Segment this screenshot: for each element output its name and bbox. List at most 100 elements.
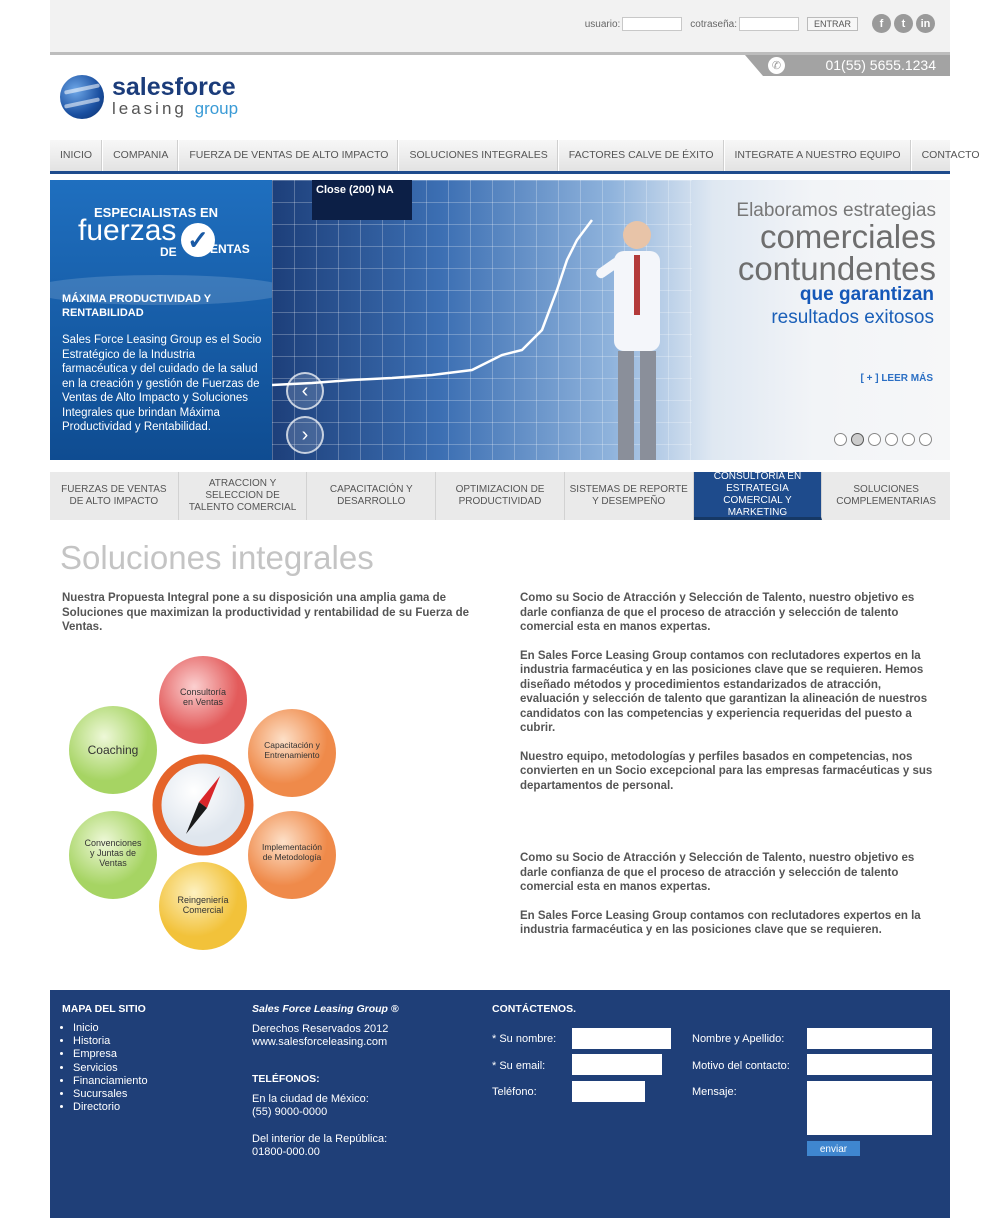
svg-text:Convenciones: Convenciones [84, 838, 142, 848]
svg-text:Ventas: Ventas [99, 858, 127, 868]
social-links: f t in [872, 14, 935, 33]
nav-factores[interactable]: FACTORES CALVE DE ÉXITO [559, 140, 725, 171]
hero-info-panel: ESPECIALISTAS EN fuerzas DE ✓ ENTAS MÁXI… [50, 180, 290, 460]
slide-dot[interactable] [868, 433, 881, 446]
phone-icon: ✆ [768, 57, 785, 74]
phone-label: Teléfono: [492, 1086, 537, 1098]
slide-dot[interactable] [834, 433, 847, 446]
svg-text:Capacitación y: Capacitación y [264, 740, 321, 750]
website-link[interactable]: www.salesforceleasing.com [252, 1036, 387, 1049]
nav-soluciones-integrales[interactable]: SOLUCIONES INTEGRALES [399, 140, 559, 171]
message-textarea[interactable] [807, 1081, 932, 1135]
next-arrow-icon[interactable]: › [286, 416, 324, 454]
sitemap-link[interactable]: Servicios [73, 1062, 148, 1075]
service-complementarias[interactable]: SOLUCIONES COMPLEMENTARIAS [822, 472, 950, 520]
service-capacitacion[interactable]: CAPACITACIÓN Y DESARROLLO [307, 472, 437, 520]
slide-dot[interactable] [919, 433, 932, 446]
city-phone: (55) 9000-0000 [252, 1106, 328, 1118]
page-title: Soluciones integrales [60, 539, 374, 576]
globe-logo-icon [60, 75, 104, 119]
copyright: Derechos Reservados 2012 [252, 1023, 389, 1035]
service-optimizacion[interactable]: OPTIMIZACION DE PRODUCTIVIDAD [436, 472, 565, 520]
slide-dots [834, 433, 932, 446]
svg-text:Implementación: Implementación [262, 842, 322, 852]
interior-phone: 01800-000.00 [252, 1146, 320, 1158]
svg-text:y Juntas de: y Juntas de [90, 848, 136, 858]
service-atraccion-seleccion[interactable]: ATRACCION Y SELECCION DE TALENTO COMERCI… [179, 472, 308, 520]
read-more-link[interactable]: [ + ] LEER MÁS [860, 373, 933, 384]
facebook-icon[interactable]: f [872, 14, 891, 33]
svg-text:Entrenamiento: Entrenamiento [264, 750, 320, 760]
interior-label: Del interior de la República: [252, 1133, 388, 1145]
svg-text:Consultoría: Consultoría [180, 687, 226, 697]
sitemap-link[interactable]: Sucursales [73, 1088, 148, 1101]
man-illustration [596, 221, 660, 460]
service-consultoria-active[interactable]: CONSULTORIA EN ESTRATEGIA COMERCIAL Y MA… [693, 471, 823, 520]
nav-inicio[interactable]: INICIO [50, 140, 104, 171]
badge-ventas: ENTAS [210, 242, 250, 256]
svg-text:Comercial: Comercial [183, 905, 224, 915]
sitemap-link[interactable]: Inicio [73, 1022, 148, 1035]
message-label: Mensaje: [692, 1086, 737, 1098]
sitemap-list: Inicio Historia Empresa Servicios Financ… [62, 1022, 148, 1114]
top-bar: usuario: cotraseña: ENTRAR f t in [50, 0, 950, 55]
name-input[interactable] [572, 1028, 671, 1049]
nav-contacto[interactable]: CONTACTO [912, 140, 990, 171]
nav-fuerza-de-ventas[interactable]: FUERZA DE VENTAS DE ALTO IMPACTO [179, 140, 400, 171]
main-nav: INICIO COMPANIA FUERZA DE VENTAS DE ALTO… [50, 140, 980, 174]
email-label: * Su email: [492, 1060, 546, 1072]
twitter-icon[interactable]: t [894, 14, 913, 33]
linkedin-icon[interactable]: in [916, 14, 935, 33]
slide-dot[interactable] [885, 433, 898, 446]
fullname-input[interactable] [807, 1028, 932, 1049]
prev-arrow-icon[interactable]: ‹ [286, 372, 324, 410]
page: usuario: cotraseña: ENTRAR f t in ✆ 01(5… [50, 0, 980, 1218]
fullname-label: Nombre y Apellido: [692, 1033, 785, 1045]
paragraph: En Sales Force Leasing Group contamos co… [520, 649, 928, 735]
svg-text:Coaching: Coaching [88, 743, 139, 757]
sitemap-link[interactable]: Directorio [73, 1101, 148, 1114]
company-name: Sales Force Leasing Group ® [252, 1003, 399, 1015]
svg-text:Reingeniería: Reingeniería [177, 895, 228, 905]
footer: MAPA DEL SITIO Inicio Historia Empresa S… [50, 990, 950, 1218]
paragraph: Como su Socio de Atracción y Selección d… [520, 592, 915, 633]
paragraph: Como su Socio de Atracción y Selección d… [520, 852, 915, 893]
username-label: usuario: [584, 18, 621, 30]
logo-wordmark: salesforce [112, 73, 236, 101]
password-input[interactable] [738, 17, 799, 31]
hero-line-5: resultados exitosos [771, 307, 934, 328]
login-button[interactable]: ENTRAR [806, 17, 858, 31]
slide-dot-active[interactable] [851, 433, 864, 446]
service-sistemas-reporte[interactable]: SISTEMAS DE REPORTE Y DESEMPEÑO [565, 472, 694, 520]
badge-main: fuerzas [78, 214, 177, 247]
reason-label: Motivo del contacto: [692, 1060, 790, 1072]
intro-text: Nuestra Propuesta Integral pone a su dis… [62, 592, 470, 633]
login-form: usuario: cotraseña: ENTRAR [585, 17, 858, 31]
logo[interactable]: salesforce leasing group [60, 73, 260, 121]
sitemap-title: MAPA DEL SITIO [62, 1003, 146, 1015]
city-label: En la ciudad de México: [252, 1093, 369, 1105]
username-input[interactable] [622, 17, 683, 31]
services-bar: FUERZAS DE VENTAS DE ALTO IMPACTO ATRACC… [50, 471, 950, 520]
name-label: * Su nombre: [492, 1033, 557, 1045]
logo-tagline: leasing group [112, 99, 239, 118]
hero-slider: ESPECIALISTAS EN fuerzas DE ✓ ENTAS MÁXI… [50, 180, 950, 460]
nav-integrate[interactable]: INTEGRATE A NUESTRO EQUIPO [725, 140, 912, 171]
sitemap-link[interactable]: Empresa [73, 1048, 148, 1061]
slide-dot[interactable] [902, 433, 915, 446]
svg-text:de Metodología: de Metodología [263, 852, 322, 862]
content-column-right: Como su Socio de Atracción y Selección d… [520, 591, 940, 807]
reason-input[interactable] [807, 1054, 932, 1075]
content-column-right-lower: Como su Socio de Atracción y Selección d… [520, 851, 940, 952]
phone-bar: ✆ 01(55) 5655.1234 [745, 55, 950, 76]
phone-input[interactable] [572, 1081, 645, 1102]
send-button[interactable]: enviar [807, 1141, 860, 1156]
sitemap-link[interactable]: Financiamiento [73, 1075, 148, 1088]
hero-image: Close (200) NA ‹ › Elaboramos estrategia… [272, 180, 950, 460]
nav-compania[interactable]: COMPANIA [103, 140, 180, 171]
paragraph: Nuestro equipo, metodologías y perfiles … [520, 750, 933, 792]
sitemap-link[interactable]: Historia [73, 1035, 148, 1048]
email-input[interactable] [572, 1054, 662, 1075]
service-fuerzas-de-ventas[interactable]: FUERZAS DE VENTAS DE ALTO IMPACTO [50, 472, 179, 520]
contact-title: CONTÁCTENOS. [492, 1003, 576, 1015]
